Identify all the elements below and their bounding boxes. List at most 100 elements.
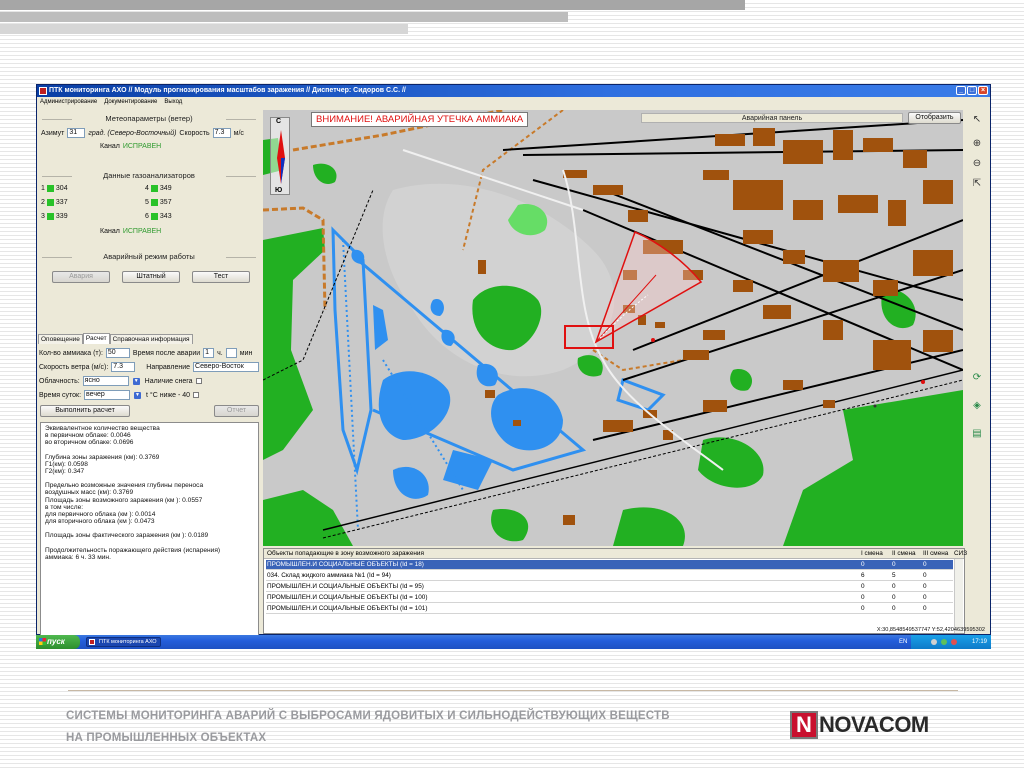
- cloud-label: Облачность:: [39, 377, 80, 385]
- result-line: аммиака: 6 ч. 33 мин.: [45, 553, 111, 561]
- objects-title: Объекты попадающие в зону возможного зар…: [267, 550, 424, 557]
- refresh-icon[interactable]: ⟳: [970, 372, 984, 384]
- sensor-id: 6: [145, 213, 149, 220]
- select-icon[interactable]: ⇱: [970, 178, 984, 190]
- start-button[interactable]: пуск: [36, 635, 80, 649]
- show-button[interactable]: Отобразить: [908, 112, 961, 124]
- maximize-button[interactable]: □: [967, 86, 977, 95]
- table-row[interactable]: 034. Склад жидкого аммиака №1 (Id = 94) 6…: [266, 571, 958, 581]
- sensor-status-indicator: [46, 199, 54, 206]
- tabs: Оповещение Расчет Справочная информация: [38, 333, 193, 344]
- app-icon: [39, 87, 47, 95]
- result-line: в том числе:: [45, 503, 84, 511]
- window-title: ПТК мониторинга АХО // Модуль прогнозиро…: [49, 87, 406, 94]
- sensor-1: 1 304: [41, 185, 68, 192]
- sensor-id: 1: [41, 185, 45, 192]
- decor-bar: [0, 12, 568, 22]
- run-calculation-button[interactable]: Выполнить расчет: [40, 405, 130, 417]
- sensor-id: 4: [145, 185, 149, 192]
- gas-channel-status: ИСПРАВЕН: [122, 228, 162, 235]
- close-button[interactable]: ×: [978, 86, 988, 95]
- sensor-status-indicator: [150, 213, 158, 220]
- result-line: Предельно возможные значения глубины пер…: [45, 482, 204, 490]
- alert-tray-icon[interactable]: [951, 639, 957, 645]
- direction-value: Северо-Восток: [195, 363, 244, 370]
- tab-notification[interactable]: Оповещение: [38, 334, 83, 344]
- azimuth-label: Азимут: [41, 129, 65, 137]
- minimize-button[interactable]: _: [956, 86, 966, 95]
- tab-calculation[interactable]: Расчет: [82, 333, 110, 344]
- sensor-3: 3 339: [41, 213, 68, 220]
- daytime-value: вечер: [86, 391, 105, 398]
- pointer-icon[interactable]: ↖: [970, 114, 984, 126]
- result-line: Площадь зоны фактического заражения (км …: [45, 532, 209, 540]
- antivirus-icon[interactable]: [941, 639, 947, 645]
- table-row[interactable]: ПРОМЫШЛЕН.И СОЦИАЛЬНЫЕ ОБЪЕКТЫ (Id = 95)…: [266, 582, 958, 592]
- compass-north: С: [276, 118, 282, 125]
- menu-admin[interactable]: Администрирование: [40, 97, 97, 107]
- zoom-out-icon[interactable]: ⊖: [970, 158, 984, 170]
- sensor-id: 3: [41, 213, 45, 220]
- menu-docs[interactable]: Документирование: [104, 97, 157, 107]
- result-line: Г1(км): 0.0598: [45, 460, 88, 468]
- result-line: для вторичного облака (км ): 0.0473: [45, 518, 155, 526]
- daytime-select[interactable]: вечер: [84, 390, 131, 400]
- sensor-status-indicator: [150, 185, 158, 192]
- language-indicator[interactable]: EN: [899, 635, 907, 649]
- table-row[interactable]: ПРОМЫШЛЕН.И СОЦИАЛЬНЫЕ ОБЪЕКТЫ (Id = 18)…: [266, 560, 958, 570]
- speed-input[interactable]: 7.3: [212, 128, 231, 138]
- object-count: 0: [923, 605, 927, 612]
- table-row[interactable]: ПРОМЫШЛЕН.И СОЦИАЛЬНЫЕ ОБЪЕКТЫ (Id = 100…: [266, 593, 958, 603]
- map-canvas[interactable]: [263, 110, 963, 546]
- gas-title: Данные газоанализаторов: [38, 170, 260, 181]
- emergency-mode-button[interactable]: Авария: [52, 271, 110, 283]
- object-count: 0: [861, 583, 865, 590]
- compass-arrow-icon: [277, 130, 285, 184]
- tab-reference[interactable]: Справочная информация: [109, 334, 193, 344]
- result-line: Площадь зоны возможного заражения (км ):…: [45, 496, 203, 504]
- ammonia-label: Кол-во аммиака (т):: [39, 349, 103, 357]
- object-count: 5: [892, 572, 896, 579]
- result-line: [45, 525, 254, 532]
- results-text: Эквивалентное количество вещества в перви…: [40, 422, 259, 639]
- clock: 17:19: [971, 639, 987, 645]
- window-titlebar[interactable]: ПТК мониторинга АХО // Модуль прогнозиро…: [37, 85, 990, 97]
- coordinates-readout: X:30,8548549537747 Y:52,4204639595302: [876, 627, 985, 633]
- table-row[interactable]: ПРОМЫШЛЕН.И СОЦИАЛЬНЫЕ ОБЪЕКТЫ (Id = 101…: [266, 604, 958, 614]
- layers-icon[interactable]: ◈: [970, 400, 984, 412]
- azimuth-input[interactable]: 31: [67, 128, 86, 138]
- temperature-checkbox[interactable]: [193, 392, 200, 398]
- cloud-select[interactable]: ясно: [82, 376, 129, 386]
- network-icon[interactable]: [931, 639, 937, 645]
- direction-select[interactable]: Северо-Восток: [193, 362, 260, 372]
- object-count: 0: [892, 583, 896, 590]
- taskbar-app-item[interactable]: ПТК мониторинга АХО: [86, 637, 161, 647]
- object-name: ПРОМЫШЛЕН.И СОЦИАЛЬНЫЕ ОБЪЕКТЫ (Id = 101…: [267, 605, 428, 612]
- time-after-hours-input[interactable]: 1: [203, 348, 215, 358]
- objects-scrollbar[interactable]: [954, 559, 963, 633]
- print-icon[interactable]: ▤: [970, 428, 984, 440]
- direction-label: Направление: [146, 363, 191, 371]
- map-view[interactable]: ВНИМАНИЕ! АВАРИЙНАЯ УТЕЧКА АММИАКА Авари…: [263, 110, 963, 546]
- time-after-minutes-input[interactable]: [225, 348, 237, 358]
- menu-exit[interactable]: Выход: [164, 97, 182, 107]
- object-count: 0: [861, 561, 865, 568]
- ammonia-input[interactable]: 50: [105, 348, 130, 358]
- wind-speed-input[interactable]: 7.3: [111, 362, 136, 372]
- normal-mode-button[interactable]: Штатный: [122, 271, 180, 283]
- report-button[interactable]: Отчет: [214, 405, 259, 417]
- chevron-down-icon[interactable]: ▼: [134, 391, 142, 399]
- sensor-6: 6 343: [145, 213, 172, 220]
- start-label: пуск: [47, 637, 65, 646]
- windows-flag-icon: [39, 638, 46, 645]
- test-mode-button[interactable]: Тест: [192, 271, 250, 283]
- snow-checkbox[interactable]: [195, 378, 202, 384]
- wind-speed-label: Скорость ветра (м/с):: [39, 363, 109, 371]
- menubar: Администрирование Документирование Выход: [37, 97, 990, 107]
- zoom-in-icon[interactable]: ⊕: [970, 138, 984, 150]
- mode-title: Аварийный режим работы: [38, 251, 260, 262]
- chevron-down-icon[interactable]: ▼: [132, 377, 140, 385]
- object-count: 0: [861, 594, 865, 601]
- sensor-value: 339: [55, 213, 68, 220]
- sensor-status-indicator: [150, 199, 158, 206]
